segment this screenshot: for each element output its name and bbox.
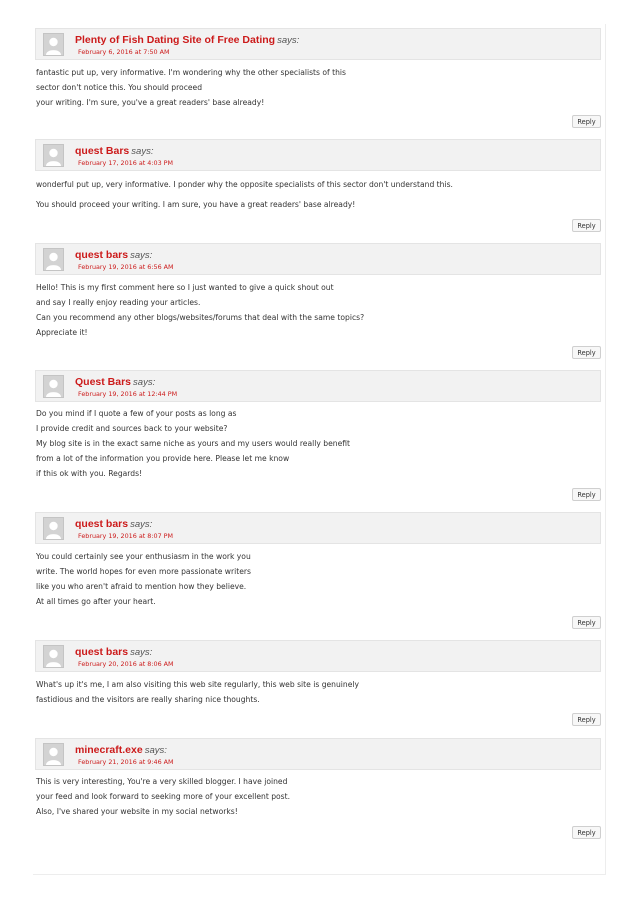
comment-header: quest Bars says: February 17, 2016 at 4:0… [35, 139, 601, 171]
reply-button[interactable]: Reply [572, 219, 601, 232]
reply-button[interactable]: Reply [572, 346, 601, 359]
comment-line: Also, I've shared your website in my soc… [36, 807, 238, 816]
comment: quest bars says: February 19, 2016 at 8:0… [35, 512, 601, 630]
avatar [43, 248, 64, 271]
comment-line: At all times go after your heart. [36, 597, 156, 606]
comment-line: sector don't notice this. You should pro… [36, 83, 203, 92]
comment: Quest Bars says: February 19, 2016 at 12:… [35, 370, 601, 503]
comment-body: This is very interesting, You're a very … [36, 774, 290, 819]
comment-line: if this ok with you. Regards! [36, 469, 143, 478]
says-label: says: [130, 647, 153, 658]
comment-line: from a lot of the information you provid… [36, 454, 290, 463]
comment-line: like you who aren't afraid to mention ho… [36, 582, 247, 591]
user-silhouette-icon [44, 744, 63, 765]
comment-header: quest bars says: February 20, 2016 at 8:0… [35, 640, 601, 672]
comment-author-link[interactable]: quest bars [75, 518, 128, 530]
comment-author-link[interactable]: Quest Bars [75, 376, 131, 388]
comment-line: Hello! This is my first comment here so … [36, 283, 334, 292]
comment-author-link[interactable]: quest bars [75, 646, 128, 658]
says-label: says: [277, 35, 300, 46]
comment-line: write. The world hopes for even more pas… [36, 567, 251, 576]
comment-body: You could certainly see your enthusiasm … [36, 549, 251, 609]
comment-line: This is very interesting, You're a very … [36, 777, 288, 786]
comment: quest Bars says: February 17, 2016 at 4:0… [35, 139, 601, 234]
reply-button[interactable]: Reply [572, 488, 601, 501]
says-label: says: [133, 377, 156, 388]
comment-date-link[interactable]: February 17, 2016 at 4:03 PM [78, 159, 173, 167]
comment-body: Hello! This is my first comment here so … [36, 280, 364, 340]
comment: Plenty of Fish Dating Site of Free Datin… [35, 28, 601, 132]
avatar [43, 743, 64, 766]
comment-line: Appreciate it! [36, 328, 88, 337]
user-silhouette-icon [44, 249, 63, 270]
avatar [43, 375, 64, 398]
says-label: says: [131, 146, 154, 157]
user-silhouette-icon [44, 376, 63, 397]
user-silhouette-icon [44, 518, 63, 539]
comment-line: fastidious and the visitors are really s… [36, 695, 260, 704]
comment-author-link[interactable]: quest Bars [75, 145, 129, 157]
comment-line: Do you mind if I quote a few of your pos… [36, 409, 237, 418]
comment-line: I provide credit and sources back to you… [36, 424, 228, 433]
reply-button[interactable]: Reply [572, 713, 601, 726]
comment-body: What's up it's me, I am also visiting th… [36, 677, 359, 707]
comment-line: You could certainly see your enthusiasm … [36, 552, 251, 561]
says-label: says: [130, 519, 153, 530]
says-label: says: [130, 250, 153, 261]
comment-header: Quest Bars says: February 19, 2016 at 12:… [35, 370, 601, 402]
comment-body: fantastic put up, very informative. I'm … [36, 65, 346, 110]
avatar [43, 33, 64, 56]
avatar [43, 517, 64, 540]
comment-author-link[interactable]: minecraft.exe [75, 744, 143, 756]
comment-date-link[interactable]: February 6, 2016 at 7:50 AM [78, 48, 170, 56]
comment-date-link[interactable]: February 20, 2016 at 8:06 AM [78, 660, 174, 668]
comment-header: quest bars says: February 19, 2016 at 6:5… [35, 243, 601, 275]
comment-line: What's up it's me, I am also visiting th… [36, 680, 360, 689]
comment-header: quest bars says: February 19, 2016 at 8:0… [35, 512, 601, 544]
comment-header: Plenty of Fish Dating Site of Free Datin… [35, 28, 601, 60]
comment-date-link[interactable]: February 19, 2016 at 12:44 PM [78, 390, 177, 398]
comment-line: your writing. I'm sure, you've a great r… [36, 98, 265, 107]
comment-line: your feed and look forward to seeking mo… [36, 792, 291, 801]
comment-line: Can you recommend any other blogs/websit… [36, 313, 365, 322]
reply-button[interactable]: Reply [572, 826, 601, 839]
comment-author-link[interactable]: Plenty of Fish Dating Site of Free Datin… [75, 34, 275, 46]
avatar [43, 144, 64, 167]
says-label: says: [144, 745, 167, 756]
comment-line: My blog site is in the exact same niche … [36, 439, 350, 448]
comment-line: You should proceed your writing. I am su… [36, 200, 356, 209]
user-silhouette-icon [44, 145, 63, 166]
comment-author-link[interactable]: quest bars [75, 249, 128, 261]
user-silhouette-icon [44, 646, 63, 667]
user-silhouette-icon [44, 34, 63, 55]
reply-button[interactable]: Reply [572, 115, 601, 128]
comment-line: fantastic put up, very informative. I'm … [36, 68, 346, 77]
comment: minecraft.exe says: February 21, 2016 at … [35, 738, 601, 841]
reply-button[interactable]: Reply [572, 616, 601, 629]
comment: quest bars says: February 20, 2016 at 8:0… [35, 640, 601, 728]
comment-header: minecraft.exe says: February 21, 2016 at … [35, 738, 601, 770]
comment-body: wonderful put up, very informative. I po… [36, 177, 453, 212]
comment-line: wonderful put up, very informative. I po… [36, 180, 453, 189]
comment-body: Do you mind if I quote a few of your pos… [36, 406, 350, 481]
comment-line: and say I really enjoy reading your arti… [36, 298, 201, 307]
comment: quest bars says: February 19, 2016 at 6:5… [35, 243, 601, 361]
comment-date-link[interactable]: February 21, 2016 at 9:46 AM [78, 758, 174, 766]
avatar [43, 645, 64, 668]
comment-date-link[interactable]: February 19, 2016 at 8:07 PM [78, 532, 173, 540]
comment-date-link[interactable]: February 19, 2016 at 6:56 AM [78, 263, 174, 271]
